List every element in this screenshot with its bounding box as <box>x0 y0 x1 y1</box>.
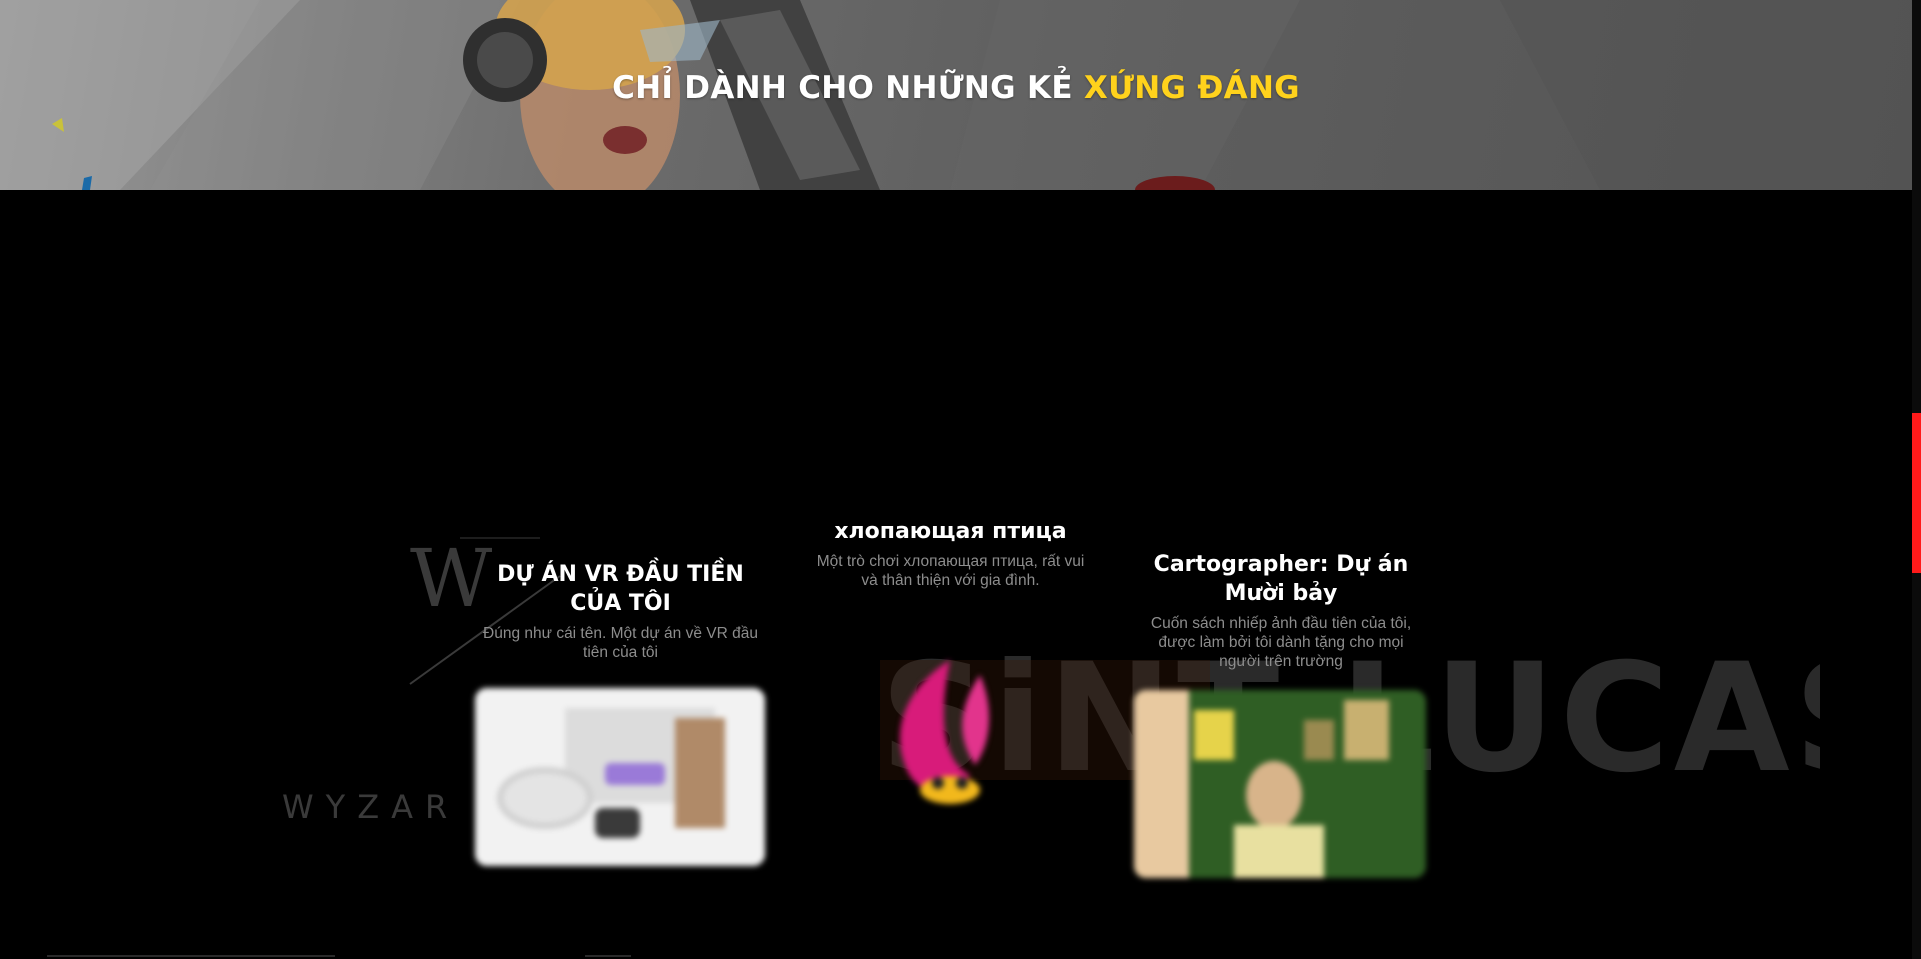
photo-book-image[interactable] <box>1134 690 1426 878</box>
flappy-bird-image[interactable] <box>880 655 1010 820</box>
project-description: Cuốn sách nhiếp ảnh đầu tiên của tôi, đư… <box>1150 615 1412 670</box>
project-title[interactable]: хлопающая птица <box>808 517 1093 546</box>
hero-title-accent: XỨNG ĐÁNG <box>1083 70 1300 106</box>
wyzard-logo-text: WYZAR <box>282 788 460 826</box>
project-title[interactable]: DỰ ÁN VR ĐẦU TIỀN CỦA TÔI <box>478 560 763 618</box>
page: CHỈ DÀNH CHO NHỮNG KẺ XỨNG ĐÁNG W WYZAR … <box>0 0 1921 959</box>
hero-title-main: CHỈ DÀNH CHO NHỮNG KẺ <box>612 70 1084 106</box>
project-title[interactable]: Cartographer: Dự án Mười bảy <box>1136 550 1426 608</box>
project-card-vr[interactable]: DỰ ÁN VR ĐẦU TIỀN CỦA TÔI Đúng như cái t… <box>478 560 763 662</box>
project-card-cartographer[interactable]: Cartographer: Dự án Mười bảy Cuốn sách n… <box>1136 550 1426 671</box>
footer-divider <box>47 955 335 957</box>
project-description: Một trò chơi хлопающая птица, rất vui và… <box>816 553 1085 589</box>
footer-divider <box>585 955 631 957</box>
project-description: Đúng như cái tên. Một dự án về VR đầu ti… <box>483 625 758 661</box>
scrollbar-thumb[interactable] <box>1912 413 1921 573</box>
hero-banner: CHỈ DÀNH CHO NHỮNG KẺ XỨNG ĐÁNG <box>0 0 1912 190</box>
hero-title: CHỈ DÀNH CHO NHỮNG KẺ XỨNG ĐÁNG <box>0 70 1912 106</box>
vr-headset-image[interactable] <box>475 688 765 866</box>
project-card-flappy[interactable]: хлопающая птица Một trò chơi хлопающая п… <box>808 517 1093 590</box>
